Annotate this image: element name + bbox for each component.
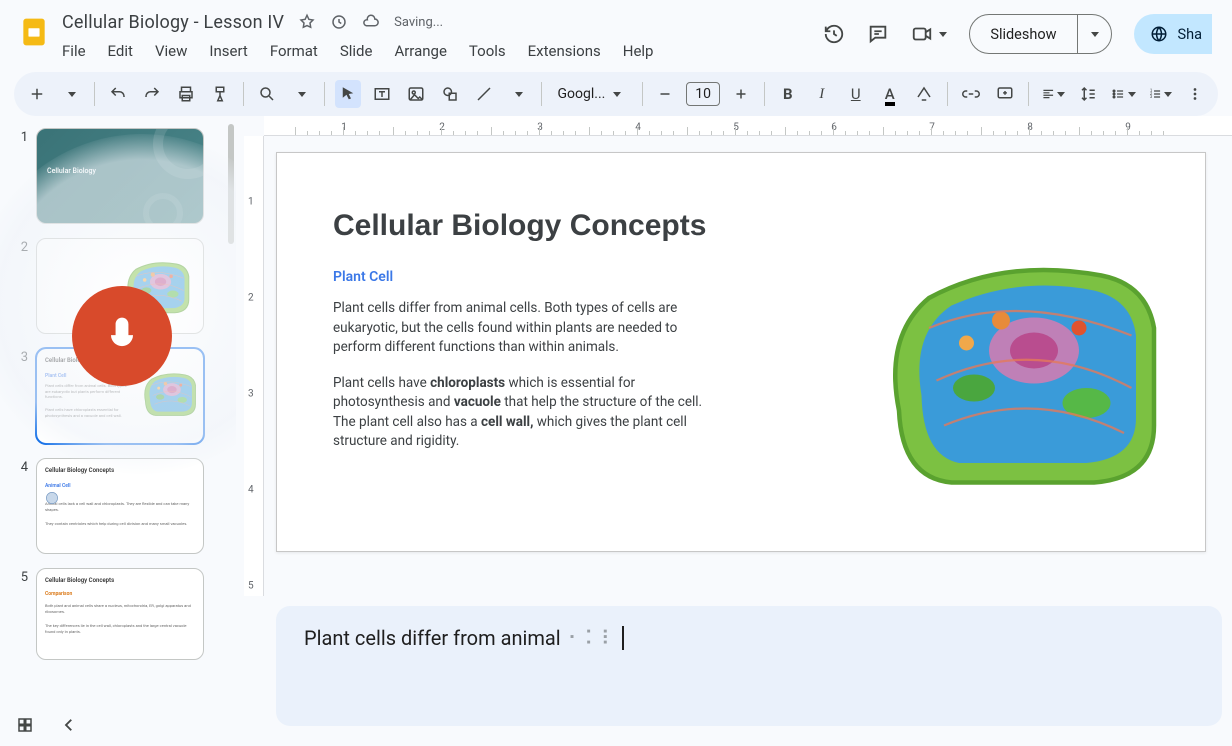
textbox-button[interactable] bbox=[369, 80, 395, 108]
menubar: File Edit View Insert Format Slide Arran… bbox=[62, 36, 653, 60]
filmstrip-scrollbar[interactable] bbox=[228, 124, 234, 244]
italic-button[interactable]: I bbox=[809, 80, 835, 108]
font-size-decrease[interactable] bbox=[652, 80, 678, 108]
highlight-button[interactable] bbox=[911, 80, 937, 108]
horizontal-ruler[interactable]: /* populated below */ 123456789 bbox=[264, 116, 1232, 136]
version-history-icon[interactable] bbox=[823, 23, 845, 45]
menu-format[interactable]: Format bbox=[270, 42, 318, 60]
text-color-button[interactable]: A bbox=[877, 80, 903, 108]
print-button[interactable] bbox=[173, 80, 199, 108]
new-slide-button[interactable] bbox=[24, 80, 50, 108]
voice-typing-button[interactable] bbox=[72, 286, 172, 386]
notes-text: Plant cells differ from animal bbox=[304, 626, 561, 650]
editor-area: /* populated below */ 123456789 12345 Ce… bbox=[236, 116, 1232, 746]
titlebar: Cellular Biology - Lesson IV Saving... F… bbox=[0, 0, 1232, 68]
undo-button[interactable] bbox=[105, 80, 131, 108]
share-label: Sha bbox=[1178, 26, 1202, 43]
svg-text:3: 3 bbox=[1149, 95, 1152, 100]
menu-help[interactable]: Help bbox=[623, 42, 654, 60]
menu-extensions[interactable]: Extensions bbox=[528, 42, 601, 60]
bulleted-list-button[interactable] bbox=[1109, 80, 1138, 108]
thumb-number-5: 5 bbox=[16, 568, 28, 660]
thumb-number-2: 2 bbox=[16, 238, 28, 334]
cloud-status-icon[interactable] bbox=[362, 13, 380, 31]
zoom-dropdown[interactable] bbox=[288, 80, 314, 108]
menu-slide[interactable]: Slide bbox=[340, 42, 373, 60]
slideshow-label: Slideshow bbox=[970, 15, 1076, 53]
underline-button[interactable]: U bbox=[843, 80, 869, 108]
shape-button[interactable] bbox=[437, 80, 463, 108]
vertical-ruler[interactable]: 12345 bbox=[244, 136, 264, 596]
slide-canvas[interactable]: Cellular Biology Concepts Plant Cell Pla… bbox=[276, 152, 1206, 552]
menu-insert[interactable]: Insert bbox=[209, 42, 247, 60]
toolbar: Googl... 10 B I U A 123 bbox=[14, 72, 1218, 116]
thumb-number-3: 3 bbox=[16, 348, 28, 444]
slide-paragraph-1[interactable]: Plant cells differ from animal cells. Bo… bbox=[333, 299, 713, 358]
menu-view[interactable]: View bbox=[155, 42, 187, 60]
filmstrip: 1 Cellular Biology 2 3 Cellular Biology … bbox=[0, 116, 236, 746]
plant-cell-image[interactable] bbox=[869, 243, 1169, 503]
thumbnail-1[interactable]: Cellular Biology bbox=[36, 128, 204, 224]
zoom-button[interactable] bbox=[254, 80, 280, 108]
font-size-increase[interactable] bbox=[728, 80, 754, 108]
paint-format-button[interactable] bbox=[207, 80, 233, 108]
numbered-list-button[interactable]: 123 bbox=[1146, 80, 1175, 108]
insert-link-button[interactable] bbox=[958, 80, 984, 108]
share-button[interactable]: Sha bbox=[1134, 14, 1212, 54]
comments-icon[interactable] bbox=[867, 23, 889, 45]
more-options-button[interactable] bbox=[1182, 80, 1208, 108]
slide-paragraph-2[interactable]: Plant cells have chloroplasts which is e… bbox=[333, 374, 713, 452]
collapse-filmstrip-icon[interactable] bbox=[60, 716, 78, 738]
new-slide-dropdown[interactable] bbox=[58, 80, 84, 108]
bold-button[interactable]: B bbox=[775, 80, 801, 108]
thumbnail-5[interactable]: Cellular Biology Concepts Comparison Bot… bbox=[36, 568, 204, 660]
line-button[interactable] bbox=[471, 80, 497, 108]
font-size-input[interactable]: 10 bbox=[686, 82, 720, 106]
font-picker[interactable]: Googl... bbox=[552, 86, 632, 102]
document-title[interactable]: Cellular Biology - Lesson IV bbox=[62, 12, 284, 33]
insert-comment-button[interactable] bbox=[992, 80, 1018, 108]
slide-title[interactable]: Cellular Biology Concepts bbox=[333, 209, 1149, 243]
line-dropdown[interactable] bbox=[505, 80, 531, 108]
redo-button[interactable] bbox=[139, 80, 165, 108]
image-button[interactable] bbox=[403, 80, 429, 108]
menu-edit[interactable]: Edit bbox=[108, 42, 133, 60]
menu-arrange[interactable]: Arrange bbox=[394, 42, 446, 60]
thumbnail-4[interactable]: Cellular Biology Concepts Animal Cell An… bbox=[36, 458, 204, 554]
slideshow-button[interactable]: Slideshow bbox=[969, 14, 1111, 54]
select-tool[interactable] bbox=[335, 80, 361, 108]
thumb-number-4: 4 bbox=[16, 458, 28, 554]
slideshow-dropdown[interactable] bbox=[1077, 15, 1111, 53]
line-spacing-button[interactable] bbox=[1075, 80, 1101, 108]
slides-logo[interactable] bbox=[14, 12, 54, 52]
thumb-number-1: 1 bbox=[16, 128, 28, 224]
align-button[interactable] bbox=[1039, 80, 1068, 108]
menu-file[interactable]: File bbox=[62, 42, 86, 60]
move-icon[interactable] bbox=[330, 13, 348, 31]
speaker-notes[interactable]: Plant cells differ from animal ⠂⠅⠇ bbox=[276, 606, 1222, 726]
saving-status: Saving... bbox=[394, 15, 443, 30]
grid-view-icon[interactable] bbox=[16, 716, 34, 738]
menu-tools[interactable]: Tools bbox=[469, 42, 506, 60]
bottom-bar bbox=[16, 716, 78, 738]
notes-pending-icon: ⠂⠅⠇ bbox=[561, 626, 618, 650]
star-icon[interactable] bbox=[298, 13, 316, 31]
meet-icon[interactable] bbox=[911, 23, 947, 45]
text-cursor bbox=[622, 626, 624, 650]
